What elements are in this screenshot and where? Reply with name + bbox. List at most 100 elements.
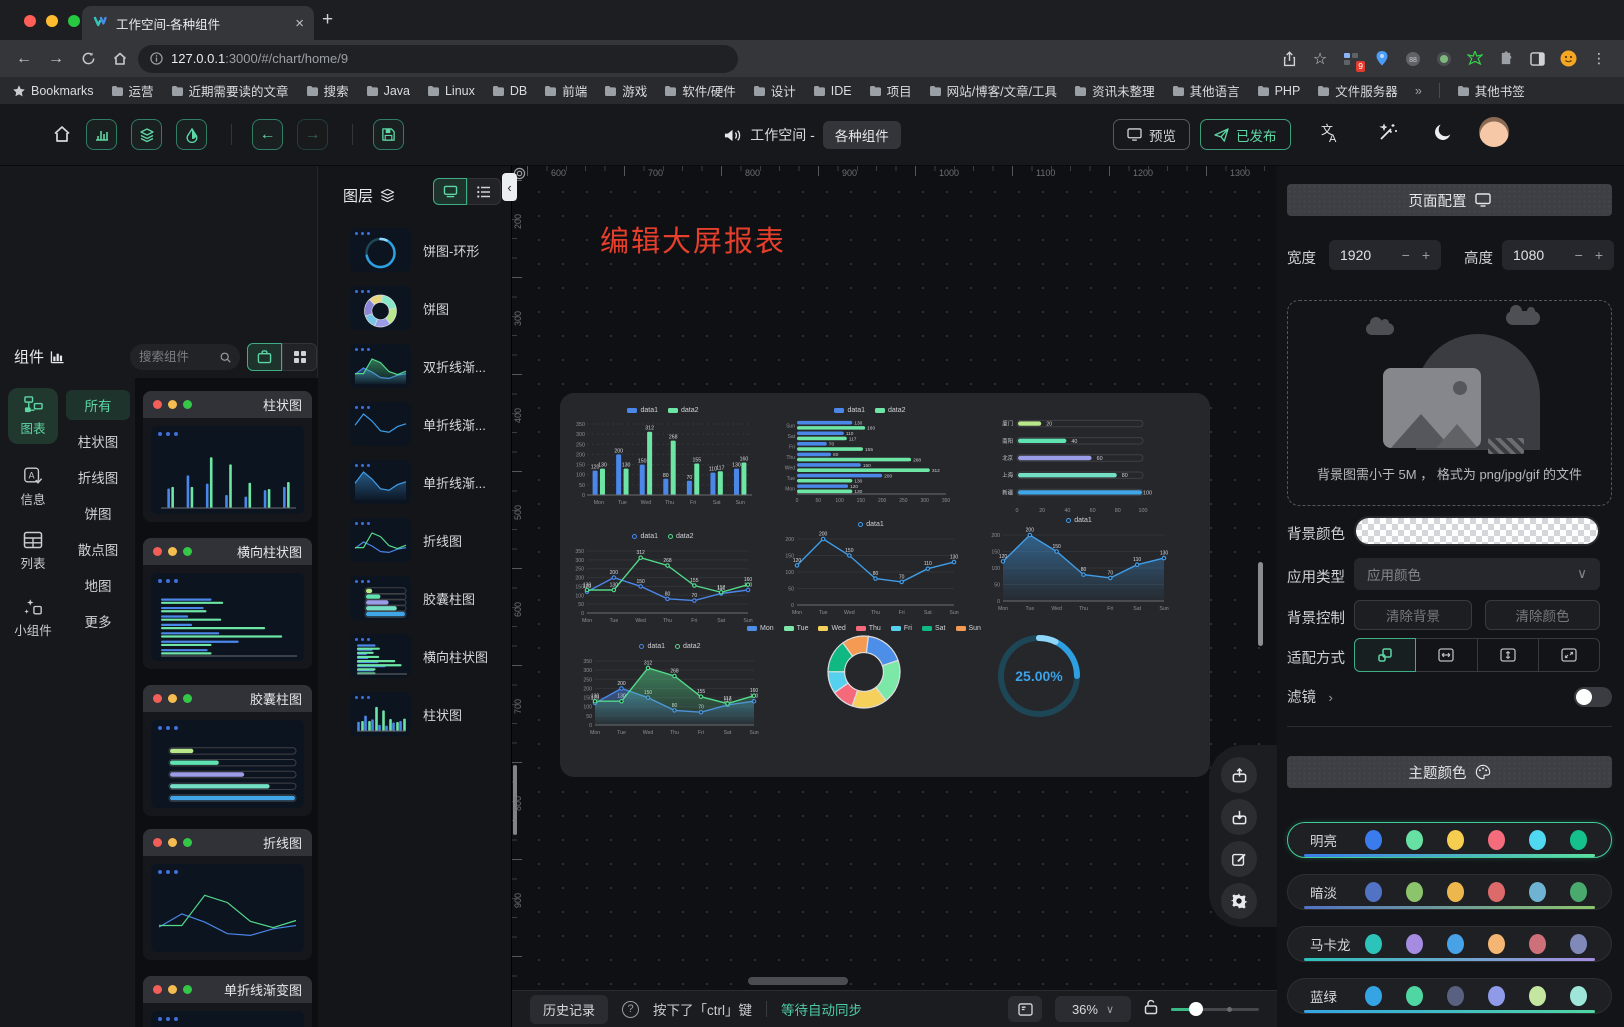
lock-icon[interactable] <box>1144 999 1158 1020</box>
share-icon[interactable] <box>1280 50 1298 68</box>
canvas-chart-line-single[interactable]: data1050100150200MonTueWedThuFriSatSun12… <box>780 518 962 616</box>
category-地图[interactable]: 地图 <box>66 570 130 600</box>
theme-row-暗淡[interactable]: 暗淡 <box>1287 874 1612 910</box>
window-minimize-button[interactable] <box>46 15 58 27</box>
component-card-gline[interactable]: 单折线渐变图 <box>143 976 312 1027</box>
extension-green-star-icon[interactable] <box>1466 50 1484 68</box>
bookmark-folder[interactable]: Java <box>366 81 410 100</box>
site-info-icon[interactable] <box>150 52 163 65</box>
category-柱状图[interactable]: 柱状图 <box>66 426 130 456</box>
component-card-capsule[interactable]: 胶囊柱图 <box>143 685 312 816</box>
layer-item-3[interactable]: 双折线渐... <box>350 343 505 389</box>
layer-item-1[interactable]: 饼图-环形 <box>350 227 505 273</box>
bookmark-folder[interactable]: 运营 <box>111 81 154 100</box>
extension-green-circle-icon[interactable] <box>1435 50 1453 68</box>
extension-pin-icon[interactable] <box>1373 50 1391 68</box>
other-bookmarks[interactable]: 其他书签 <box>1457 81 1525 100</box>
download-icon[interactable] <box>1221 799 1257 835</box>
canvas-chart-bar-grouped[interactable]: data1data2050100150200250300350120200150… <box>570 404 756 506</box>
browser-menu-icon[interactable]: ⋮ <box>1590 50 1608 68</box>
bookmark-folder[interactable]: 资讯未整理 <box>1074 81 1155 100</box>
history-panel-icon[interactable] <box>1008 996 1042 1022</box>
address-bar[interactable]: 127.0.0.1:3000/#/chart/home/9 <box>138 45 738 73</box>
extensions-puzzle-icon[interactable] <box>1497 50 1515 68</box>
zoom-select[interactable]: 36%∨ <box>1055 996 1131 1022</box>
help-icon[interactable]: ? <box>622 1001 639 1018</box>
component-card-bar[interactable]: 柱状图 <box>143 391 312 522</box>
reload-icon[interactable] <box>74 45 102 73</box>
bookmark-folder[interactable]: 搜索 <box>306 81 349 100</box>
sidebar-item-2[interactable]: A信息 <box>8 459 58 515</box>
layer-item-6[interactable]: 折线图 <box>350 517 505 563</box>
forward-icon[interactable]: → <box>42 45 70 73</box>
extension-tabs-icon[interactable]: 9 <box>1342 50 1360 68</box>
bookmarks-star[interactable]: Bookmarks <box>12 84 94 98</box>
layer-item-2[interactable]: 饼图 <box>350 285 505 331</box>
fit-height-icon[interactable] <box>1477 638 1539 672</box>
layers-button[interactable] <box>131 119 162 150</box>
home-icon[interactable] <box>106 45 134 73</box>
component-search[interactable] <box>130 344 240 370</box>
canvas-chart-capsule-bar[interactable]: 厦门20南阳40北京60上海80新疆100020406080100 <box>995 410 1161 514</box>
tab-close-icon[interactable]: × <box>295 15 304 32</box>
user-avatar[interactable] <box>1479 117 1509 147</box>
canvas-chart-line-double[interactable]: data1data2050100150200250300350MonTueWed… <box>570 530 756 624</box>
app-home-icon[interactable] <box>52 124 72 149</box>
category-散点图[interactable]: 散点图 <box>66 534 130 564</box>
category-所有[interactable]: 所有 <box>66 390 130 420</box>
fit-scale-icon[interactable] <box>1354 638 1416 672</box>
dashboard-title-text[interactable]: 编辑大屏报表 <box>600 218 786 260</box>
dark-mode-moon-icon[interactable] <box>1432 121 1454 148</box>
component-card-hbar[interactable]: 横向柱状图 <box>143 538 312 669</box>
bookmarks-overflow[interactable]: » <box>1415 84 1422 98</box>
theme-row-蓝绿[interactable]: 蓝绿 <box>1287 978 1612 1014</box>
height-value[interactable]: 1080 <box>1513 247 1544 263</box>
canvas-chart-progress-ring[interactable]: 25.00% <box>994 630 1084 722</box>
redo-button[interactable]: → <box>297 119 328 150</box>
zoom-slider-knob[interactable] <box>1189 1002 1203 1016</box>
workspace-name-pill[interactable]: 各种组件 <box>823 121 901 149</box>
canvas-horizontal-scrollbar[interactable] <box>748 977 848 985</box>
background-upload-area[interactable]: 背景图需小于 5M ， 格式为 png/jpg/gif 的文件 <box>1287 300 1612 506</box>
publish-button[interactable]: 已发布 <box>1200 119 1291 150</box>
bookmark-folder[interactable]: 近期需要读的文章 <box>171 81 289 100</box>
layer-view-list-icon[interactable] <box>467 178 501 205</box>
search-input[interactable] <box>139 350 215 364</box>
bookmark-folder[interactable]: 网站/博客/文章/工具 <box>929 81 1057 100</box>
canvas-chart-bar-horizontal[interactable]: data1data2Mon120130Tue200130Wed150312Thu… <box>780 404 960 504</box>
view-toggle-box-icon[interactable] <box>247 343 282 371</box>
window-close-button[interactable] <box>24 15 36 27</box>
design-canvas[interactable]: 编辑大屏报表 600700800900100011001200130020030… <box>512 166 1277 1027</box>
bookmark-folder[interactable]: DB <box>492 81 527 100</box>
sidebar-item-4[interactable]: 小组件 <box>8 590 58 646</box>
save-button[interactable] <box>373 119 404 150</box>
bookmark-folder[interactable]: 设计 <box>753 81 796 100</box>
height-minus-icon[interactable]: − <box>1575 247 1583 263</box>
theme-row-明亮[interactable]: 明亮 <box>1287 822 1612 858</box>
browser-tab[interactable]: 工作空间-各种组件 × <box>82 6 314 40</box>
bookmark-folder[interactable]: 游戏 <box>604 81 647 100</box>
height-stepper[interactable]: 1080 −+ <box>1502 240 1614 270</box>
edit-icon[interactable] <box>1221 841 1257 877</box>
width-value[interactable]: 1920 <box>1340 247 1371 263</box>
app-type-select[interactable]: 应用颜色 ∨ <box>1354 558 1600 590</box>
bookmark-folder[interactable]: 软件/硬件 <box>664 81 735 100</box>
settings-gear-icon[interactable] <box>1221 883 1257 919</box>
history-button[interactable]: 历史记录 <box>530 995 608 1024</box>
canvas-chart-area-double[interactable]: data1data2050100150200250300350MonTueWed… <box>578 640 762 736</box>
category-饼图[interactable]: 饼图 <box>66 498 130 528</box>
fit-stretch-icon[interactable] <box>1538 638 1600 672</box>
sidebar-item-3[interactable]: 列表 <box>8 524 58 579</box>
height-plus-icon[interactable]: + <box>1595 247 1603 263</box>
undo-button[interactable]: ← <box>252 119 283 150</box>
profile-avatar-icon[interactable] <box>1559 50 1577 68</box>
panel-resize-handle[interactable] <box>1258 562 1263 646</box>
magic-wand-icon[interactable] <box>1375 121 1399 150</box>
layer-view-screen-icon[interactable] <box>433 178 467 205</box>
category-折线图[interactable]: 折线图 <box>66 462 130 492</box>
bookmark-star-icon[interactable]: ☆ <box>1311 50 1329 68</box>
bookmark-folder[interactable]: 其他语言 <box>1172 81 1240 100</box>
back-icon[interactable]: ← <box>10 45 38 73</box>
zoom-slider[interactable] <box>1171 1002 1259 1016</box>
canvas-chart-pie-donut[interactable]: MonTueWedThuFriSatSun <box>778 622 950 734</box>
